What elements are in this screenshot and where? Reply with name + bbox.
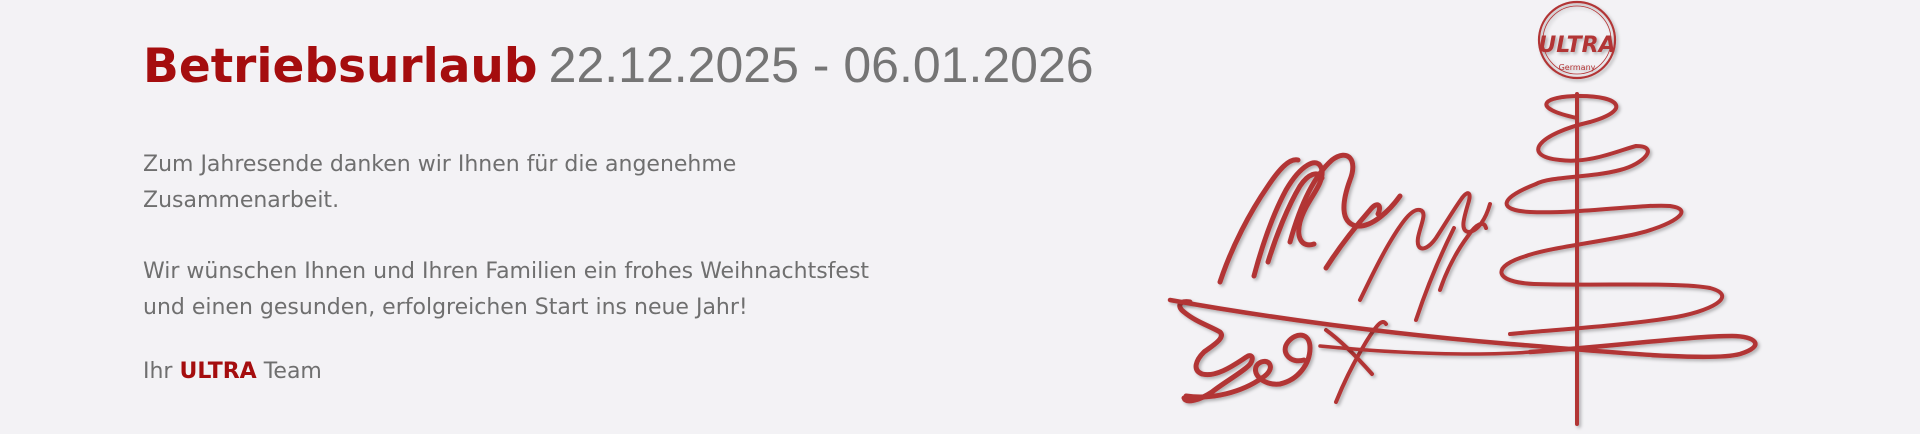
logo-subtext: Germany (1559, 63, 1596, 72)
wishes-line-2: und einen gesunden, erfolgreichen Start … (143, 295, 748, 320)
signature: Ihr ULTRA Team (143, 354, 322, 390)
merry-script (1177, 152, 1403, 404)
wishes-line-1: Wir wünschen Ihnen und Ihren Familien ei… (143, 259, 870, 284)
signature-brand: ULTRA (179, 359, 257, 384)
thanks-line-1: Zum Jahresende danken wir Ihnen für die … (143, 152, 737, 177)
page-title: Betriebsurlaub 22.12.2025 - 06.01.2026 (143, 30, 1094, 106)
headline-dates: 22.12.2025 - 06.01.2026 (548, 37, 1094, 93)
thanks-line-2: Zusammenarbeit. (143, 188, 340, 213)
logo-text: ULTRA (1538, 33, 1615, 58)
thanks-paragraph: Zum Jahresende danken wir Ihnen für die … (143, 147, 736, 219)
merry-xmas-tree-artwork: ULTRA Germany (1167, 0, 1758, 426)
signature-suffix: Team (263, 359, 322, 384)
headline-title: Betriebsurlaub (143, 39, 538, 94)
signature-prefix: Ihr (143, 359, 173, 384)
wishes-paragraph: Wir wünschen Ihnen und Ihren Familien ei… (143, 254, 869, 326)
brand-logo: ULTRA Germany (1537, 0, 1617, 80)
